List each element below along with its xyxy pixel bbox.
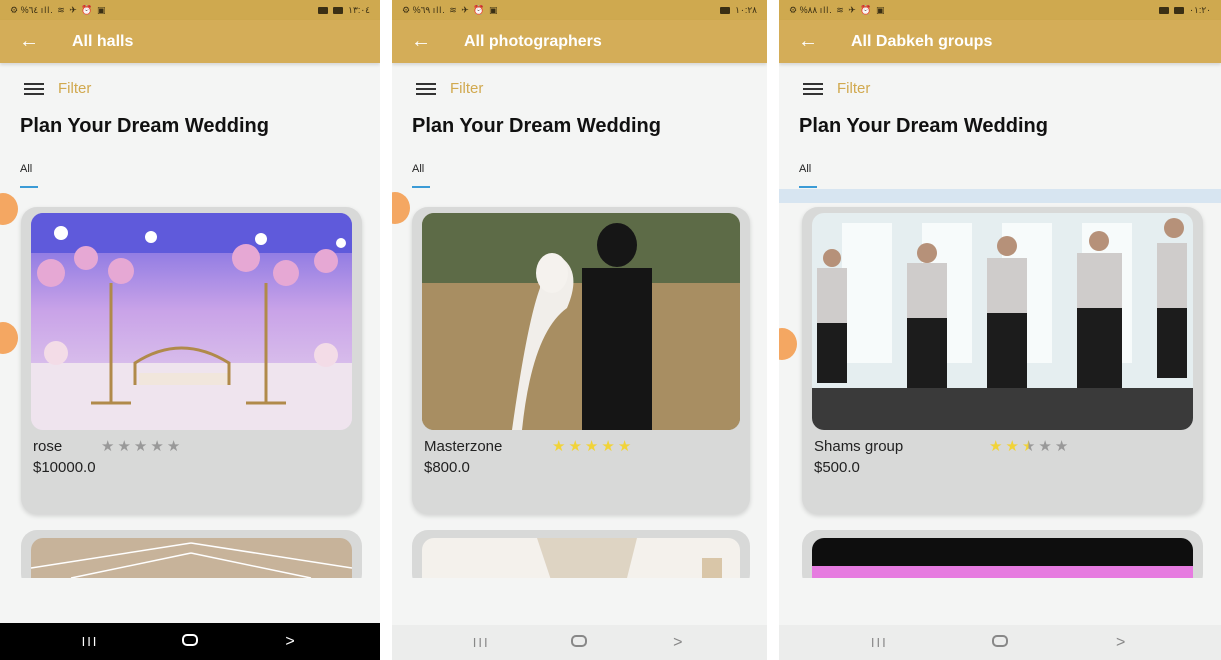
status-icons: ⚙ %٦٩ ıll. ≋ ✈ ⏰ ▣ bbox=[402, 4, 499, 15]
card-price: $800.0 bbox=[424, 459, 470, 476]
arrow-left-icon[interactable]: ← bbox=[779, 30, 837, 53]
system-nav-bar: III > bbox=[779, 625, 1221, 660]
tab-all[interactable]: All bbox=[412, 163, 424, 175]
hamburger-menu-icon[interactable] bbox=[24, 82, 44, 95]
hamburger-menu-icon[interactable] bbox=[416, 82, 436, 95]
card-title: Masterzone bbox=[424, 438, 503, 455]
star-icon: ★ bbox=[1005, 438, 1019, 455]
star-icon: ★ bbox=[989, 438, 1003, 455]
recents-button[interactable]: III bbox=[461, 635, 501, 650]
star-icon: ★ bbox=[568, 438, 582, 455]
back-button[interactable]: > bbox=[270, 633, 310, 651]
filter-label[interactable]: Filter bbox=[450, 80, 483, 97]
filter-row[interactable]: Filter bbox=[416, 80, 483, 97]
star-icon: ★ bbox=[150, 438, 164, 455]
star-icon: ★ bbox=[552, 438, 566, 455]
image-notification-icon bbox=[333, 6, 344, 14]
dabkeh-group-image bbox=[812, 213, 1193, 430]
star-icon: ★ bbox=[101, 438, 115, 455]
photographer-image bbox=[422, 213, 740, 430]
status-icons: ⚙ %٨٨ ıll. ≋ ✈ ⏰ ▣ bbox=[789, 4, 886, 15]
status-bar: ⚙ %٦٤ ıll. ≋ ✈ ⏰ ▣ ١٣:٠٤ bbox=[0, 0, 380, 20]
home-button[interactable] bbox=[980, 634, 1020, 652]
star-icon: ★ bbox=[617, 438, 632, 455]
filter-label[interactable]: Filter bbox=[837, 80, 870, 97]
hall-card[interactable]: rose ★ ★ ★ ★ ★ $10000.0 bbox=[21, 207, 362, 514]
back-button[interactable]: > bbox=[658, 634, 698, 652]
rating-stars: ★ ★ ★ ★ ★ bbox=[552, 437, 631, 455]
card-price: $10000.0 bbox=[33, 459, 96, 476]
battery-icon bbox=[318, 6, 329, 14]
shield-icon bbox=[1174, 6, 1185, 14]
photographer-card[interactable]: Masterzone ★ ★ ★ ★ ★ $800.0 bbox=[412, 207, 750, 514]
arrow-left-icon[interactable]: ← bbox=[392, 30, 450, 53]
card-title: rose bbox=[33, 438, 63, 455]
system-nav-bar: III > bbox=[392, 625, 767, 660]
clock: ١٠:٢٨ bbox=[735, 4, 757, 15]
page-title: All halls bbox=[72, 32, 134, 50]
star-icon: ★ bbox=[166, 438, 181, 455]
star-icon: ★ bbox=[601, 438, 615, 455]
star-icon: ★ bbox=[584, 438, 599, 455]
home-button[interactable] bbox=[559, 634, 599, 652]
tab-all[interactable]: All bbox=[20, 163, 32, 175]
tab-indicator bbox=[412, 186, 430, 188]
home-icon bbox=[571, 634, 588, 647]
decorative-circle bbox=[779, 328, 797, 360]
back-button[interactable]: > bbox=[1101, 634, 1141, 652]
star-icon: ★ bbox=[117, 438, 131, 455]
clock: ٠١:٢٠ bbox=[1189, 4, 1211, 15]
status-bar: ⚙ %٦٩ ıll. ≋ ✈ ⏰ ▣ ١٠:٢٨ bbox=[392, 0, 767, 20]
decorative-circle bbox=[392, 192, 410, 224]
app-bar: ← All Dabkeh groups bbox=[779, 20, 1221, 63]
star-icon: ★ bbox=[1038, 438, 1052, 455]
screen-all-photographers: ⚙ %٦٩ ıll. ≋ ✈ ⏰ ▣ ١٠:٢٨ ← All photograp… bbox=[392, 0, 767, 660]
star-icon: ★ bbox=[1054, 438, 1069, 455]
tab-indicator bbox=[20, 186, 38, 188]
home-icon bbox=[991, 634, 1008, 647]
battery-icon bbox=[1159, 6, 1170, 14]
home-icon bbox=[182, 633, 198, 646]
hall-image bbox=[31, 213, 352, 430]
star-icon: ★ bbox=[133, 438, 148, 455]
battery-icon bbox=[720, 6, 731, 14]
screen-all-halls: ⚙ %٦٤ ıll. ≋ ✈ ⏰ ▣ ١٣:٠٤ ← All halls Fil… bbox=[0, 0, 380, 660]
screen-all-dabkeh-groups: ⚙ %٨٨ ıll. ≋ ✈ ⏰ ▣ ٠١:٢٠ ← All Dabkeh gr… bbox=[779, 0, 1221, 660]
page-title: All photographers bbox=[464, 32, 602, 50]
app-bar: ← All photographers bbox=[392, 20, 767, 63]
card-price: $500.0 bbox=[814, 459, 860, 476]
filter-row[interactable]: Filter bbox=[24, 80, 91, 97]
recents-button[interactable]: III bbox=[859, 635, 899, 650]
filter-row[interactable]: Filter bbox=[803, 80, 870, 97]
star-half-icon: ★ bbox=[1021, 438, 1036, 455]
page-heading: Plan Your Dream Wedding bbox=[412, 115, 661, 137]
status-icons: ⚙ %٦٤ ıll. ≋ ✈ ⏰ ▣ bbox=[10, 4, 107, 15]
tab-strip bbox=[779, 189, 1221, 203]
page-title: All Dabkeh groups bbox=[851, 32, 993, 50]
page-heading: Plan Your Dream Wedding bbox=[20, 115, 269, 137]
rating-stars: ★ ★ ★ ★ ★ bbox=[989, 437, 1068, 455]
dabkeh-group-card[interactable]: Shams group ★ ★ ★ ★ ★ $500.0 bbox=[802, 207, 1203, 514]
status-bar: ⚙ %٨٨ ıll. ≋ ✈ ⏰ ▣ ٠١:٢٠ bbox=[779, 0, 1221, 20]
arrow-left-icon[interactable]: ← bbox=[0, 30, 58, 53]
clock: ١٣:٠٤ bbox=[348, 4, 370, 15]
decorative-circle bbox=[0, 193, 18, 225]
rating-stars: ★ ★ ★ ★ ★ bbox=[101, 437, 180, 455]
tab-indicator bbox=[799, 186, 817, 188]
hamburger-menu-icon[interactable] bbox=[803, 82, 823, 95]
decorative-circle bbox=[0, 322, 18, 354]
app-bar: ← All halls bbox=[0, 20, 380, 63]
home-button[interactable] bbox=[170, 633, 210, 651]
filter-label[interactable]: Filter bbox=[58, 80, 91, 97]
page-heading: Plan Your Dream Wedding bbox=[799, 115, 1048, 137]
recents-button[interactable]: III bbox=[70, 634, 110, 649]
system-nav-bar: III > bbox=[0, 623, 380, 660]
card-title: Shams group bbox=[814, 438, 904, 455]
tab-all[interactable]: All bbox=[799, 163, 811, 175]
